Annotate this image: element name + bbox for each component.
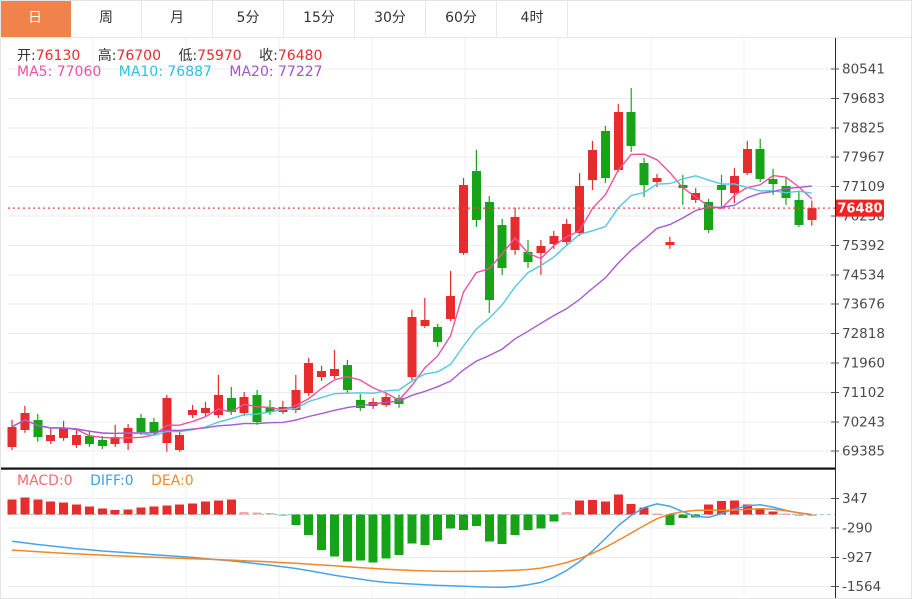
svg-text:70243: 70243 <box>842 414 885 430</box>
svg-text:69385: 69385 <box>842 444 885 460</box>
kline-chart[interactable]: 8054179683788257796777109762507539274534… <box>0 0 912 599</box>
svg-text:80541: 80541 <box>842 62 885 78</box>
diff-value-readout: DIFF:0 <box>90 473 134 489</box>
tab-day[interactable]: 日 <box>0 0 71 37</box>
svg-text:347: 347 <box>842 491 868 507</box>
svg-text:71102: 71102 <box>842 385 885 401</box>
ma-readout: MA5: 77060 MA10: 76887 MA20: 77227 <box>17 64 336 80</box>
close-label: 收: <box>259 48 278 64</box>
svg-text:74534: 74534 <box>842 267 885 283</box>
low-value: 75970 <box>197 48 242 64</box>
svg-text:75392: 75392 <box>842 238 885 254</box>
tab-30min[interactable]: 30分 <box>355 0 426 37</box>
svg-text:77967: 77967 <box>842 150 885 166</box>
svg-text:76480: 76480 <box>837 202 882 217</box>
tab-month[interactable]: 月 <box>142 0 213 37</box>
svg-text:-290: -290 <box>842 520 873 536</box>
diff-value: 0 <box>125 473 134 489</box>
macd-value: 0 <box>64 473 73 489</box>
period-tabbar: 日 周 月 5分 15分 30分 60分 4时 <box>0 0 912 38</box>
dea-value-readout: DEA:0 <box>151 473 194 489</box>
svg-text:79683: 79683 <box>842 91 885 107</box>
open-value: 76130 <box>36 48 81 64</box>
tab-week[interactable]: 周 <box>71 0 142 37</box>
ma10-label: MA10: <box>119 64 163 80</box>
ma5-label: MA5: <box>17 64 52 80</box>
svg-text:71960: 71960 <box>842 355 885 371</box>
ma10-readout: MA10: 76887 <box>119 64 212 80</box>
svg-text:72818: 72818 <box>842 326 885 342</box>
low-label: 低: <box>178 48 197 64</box>
svg-text:-927: -927 <box>842 550 873 566</box>
ma5-readout: MA5: 77060 <box>17 64 101 80</box>
tab-60min[interactable]: 60分 <box>426 0 497 37</box>
macd-readout: MACD:0 DIFF:0 DEA:0 <box>17 473 207 489</box>
high-label: 高: <box>98 48 117 64</box>
svg-text:73676: 73676 <box>842 297 885 313</box>
ma5-value: 77060 <box>57 64 102 80</box>
macd-value-readout: MACD:0 <box>17 473 73 489</box>
svg-text:-1564: -1564 <box>842 579 881 595</box>
dea-value: 0 <box>185 473 194 489</box>
ma20-readout: MA20: 77227 <box>229 64 322 80</box>
svg-text:77109: 77109 <box>842 179 885 195</box>
ohlc-readout: 开:76130 高:76700 低:75970 收:76480 <box>17 45 335 65</box>
svg-text:78825: 78825 <box>842 120 885 136</box>
tab-4hour[interactable]: 4时 <box>497 0 568 37</box>
ma20-value: 77227 <box>278 64 323 80</box>
current-price-badge: 76480 <box>836 200 884 217</box>
macd-label: MACD: <box>17 473 64 489</box>
open-label: 开: <box>17 48 36 64</box>
ma20-label: MA20: <box>229 64 273 80</box>
close-value: 76480 <box>278 48 323 64</box>
high-value: 76700 <box>116 48 161 64</box>
ma10-value: 76887 <box>167 64 212 80</box>
tab-15min[interactable]: 15分 <box>284 0 355 37</box>
kline-chart-canvas[interactable]: 8054179683788257796777109762507539274534… <box>0 0 912 599</box>
dea-label: DEA: <box>151 473 185 489</box>
diff-label: DIFF: <box>90 473 125 489</box>
tab-5min[interactable]: 5分 <box>213 0 284 37</box>
